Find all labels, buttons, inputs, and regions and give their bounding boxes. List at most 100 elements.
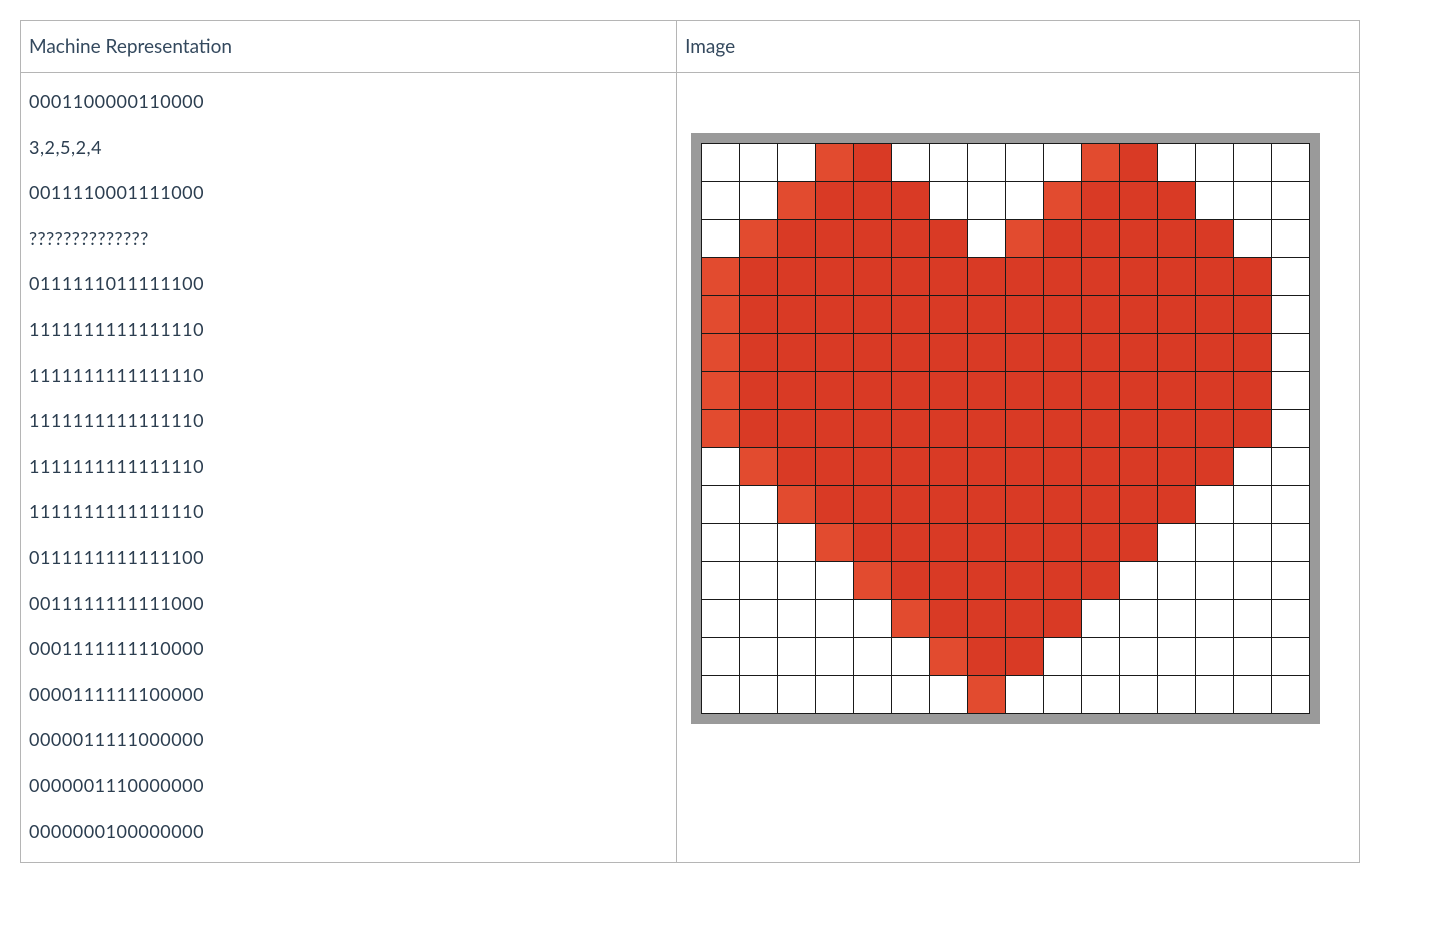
pixel xyxy=(702,296,740,334)
pixel xyxy=(778,182,816,220)
pixel xyxy=(930,524,968,562)
pixel xyxy=(1044,524,1082,562)
pixel xyxy=(930,258,968,296)
pixel xyxy=(1158,220,1196,258)
pixel xyxy=(702,410,740,448)
pixel xyxy=(1082,144,1120,182)
pixel xyxy=(1120,144,1158,182)
pixel-grid xyxy=(701,143,1310,714)
representation-line: 1111111111111110 xyxy=(29,365,668,387)
pixel xyxy=(1196,562,1234,600)
pixel xyxy=(1082,486,1120,524)
pixel xyxy=(1006,296,1044,334)
pixel xyxy=(740,486,778,524)
pixel xyxy=(1158,410,1196,448)
pixel xyxy=(1006,220,1044,258)
pixel xyxy=(854,524,892,562)
pixel xyxy=(1158,144,1196,182)
pixel xyxy=(1234,220,1272,258)
pixel xyxy=(1196,182,1234,220)
pixel xyxy=(702,372,740,410)
pixel-grid-frame xyxy=(691,133,1320,724)
bitmap-table: Machine Representation Image 00011000001… xyxy=(20,20,1360,863)
pixel xyxy=(1272,600,1310,638)
pixel xyxy=(854,410,892,448)
pixel xyxy=(892,562,930,600)
pixel xyxy=(702,676,740,714)
pixel xyxy=(968,182,1006,220)
pixel xyxy=(1158,182,1196,220)
pixel xyxy=(1272,448,1310,486)
pixel xyxy=(892,600,930,638)
pixel xyxy=(1272,562,1310,600)
pixel xyxy=(968,638,1006,676)
pixel xyxy=(1234,410,1272,448)
pixel xyxy=(930,638,968,676)
pixel xyxy=(1044,220,1082,258)
pixel xyxy=(854,676,892,714)
pixel xyxy=(1158,448,1196,486)
pixel xyxy=(854,296,892,334)
pixel xyxy=(1158,524,1196,562)
pixel xyxy=(892,448,930,486)
pixel xyxy=(1196,334,1234,372)
pixel xyxy=(968,410,1006,448)
pixel xyxy=(1234,182,1272,220)
pixel xyxy=(1082,638,1120,676)
representation-line: ?????????????? xyxy=(29,228,668,250)
pixel xyxy=(1158,676,1196,714)
pixel xyxy=(1158,562,1196,600)
pixel xyxy=(1044,600,1082,638)
pixel xyxy=(1082,334,1120,372)
pixel xyxy=(816,524,854,562)
pixel xyxy=(778,410,816,448)
representation-line: 1111111111111110 xyxy=(29,410,668,432)
pixel xyxy=(702,600,740,638)
pixel xyxy=(1082,676,1120,714)
representation-line: 0111111011111100 xyxy=(29,273,668,295)
pixel xyxy=(930,296,968,334)
representation-line: 0001111111110000 xyxy=(29,638,668,660)
pixel xyxy=(1120,410,1158,448)
pixel xyxy=(1082,258,1120,296)
pixel xyxy=(1272,220,1310,258)
pixel xyxy=(778,638,816,676)
pixel xyxy=(1044,562,1082,600)
representation-cell: 00011000001100003,2,5,2,4001111000111100… xyxy=(21,73,677,863)
pixel xyxy=(892,524,930,562)
pixel xyxy=(930,562,968,600)
pixel xyxy=(930,220,968,258)
pixel xyxy=(1196,486,1234,524)
pixel xyxy=(1120,600,1158,638)
representation-line: 0000111111100000 xyxy=(29,684,668,706)
pixel xyxy=(816,334,854,372)
pixel xyxy=(930,410,968,448)
pixel xyxy=(778,296,816,334)
pixel xyxy=(1234,562,1272,600)
pixel xyxy=(1044,638,1082,676)
pixel xyxy=(892,486,930,524)
pixel xyxy=(968,258,1006,296)
pixel xyxy=(1082,220,1120,258)
pixel xyxy=(740,372,778,410)
pixel xyxy=(816,372,854,410)
pixel xyxy=(1044,296,1082,334)
pixel xyxy=(1006,524,1044,562)
pixel xyxy=(1120,562,1158,600)
representation-line: 1111111111111110 xyxy=(29,456,668,478)
pixel xyxy=(1272,144,1310,182)
pixel xyxy=(1196,296,1234,334)
pixel xyxy=(854,334,892,372)
pixel xyxy=(892,182,930,220)
pixel xyxy=(1006,562,1044,600)
pixel xyxy=(1196,410,1234,448)
pixel xyxy=(702,638,740,676)
pixel xyxy=(816,676,854,714)
pixel xyxy=(1120,334,1158,372)
pixel xyxy=(740,182,778,220)
representation-line: 0000000100000000 xyxy=(29,821,668,843)
pixel xyxy=(1044,676,1082,714)
representation-line: 0000001110000000 xyxy=(29,775,668,797)
pixel xyxy=(892,334,930,372)
pixel xyxy=(854,258,892,296)
